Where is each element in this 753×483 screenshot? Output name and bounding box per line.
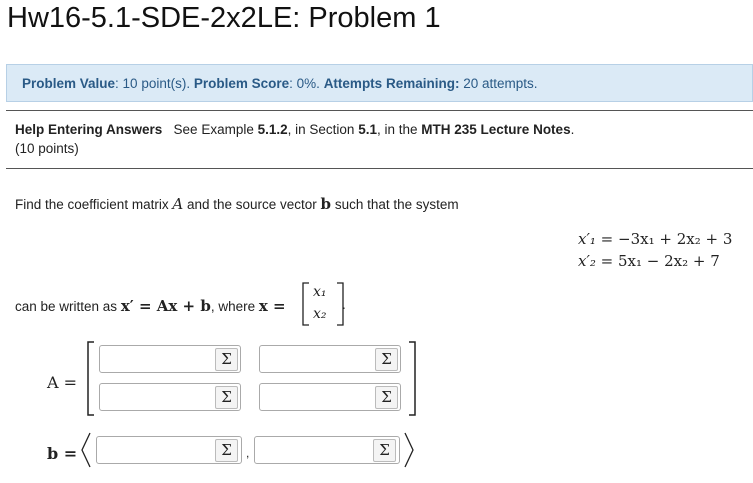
vector-b-label: b = [47, 444, 78, 463]
equation-1-lhs: x′₁ [578, 230, 596, 248]
matrix-A-label: A = [47, 373, 78, 392]
written-as-text: can be written as [15, 299, 118, 314]
matrix-right-bracket [409, 341, 416, 416]
x-vector: x₁ x₂ [300, 281, 346, 327]
A-11-input[interactable]: Σ [99, 345, 241, 373]
equation-1-rhs: = −3x₁ + 2x₂ + 3 [600, 230, 733, 248]
prompt-text-1: Find the coefficient matrix [15, 197, 169, 212]
equation-1: x′₁ = −3x₁ + 2x₂ + 3 [578, 228, 732, 250]
help-see-text: See Example [173, 122, 254, 137]
attempts-label: Attempts Remaining: [323, 76, 460, 91]
help-line: Help Entering Answers See Example 5.1.2,… [15, 122, 574, 137]
x-equals: x = [258, 297, 286, 315]
problem-value-text: : 10 point(s). [115, 76, 191, 91]
prompt-text-2: and the source vector [186, 197, 317, 212]
points-text: (10 points) [15, 141, 79, 156]
main-equation: x′ = Ax + b [120, 297, 211, 315]
problem-value-label: Problem Value [22, 76, 116, 91]
page-title: Hw16-5.1-SDE-2x2LE: Problem 1 [7, 2, 441, 34]
help-in-the-text: , in the [376, 122, 418, 137]
A-12-equation-editor-button[interactable]: Σ [375, 348, 398, 371]
problem-prompt: Find the coefficient matrix A and the so… [15, 195, 459, 213]
x-vector-bottom: x₂ [313, 306, 327, 322]
divider-top [6, 110, 753, 111]
A-22-equation-editor-button[interactable]: Σ [375, 386, 398, 409]
b-1-equation-editor-button[interactable]: Σ [215, 439, 238, 462]
problem-info-box: Problem Value: 10 point(s). Problem Scor… [6, 64, 753, 102]
help-end-text: . [570, 122, 575, 137]
equation-system: x′₁ = −3x₁ + 2x₂ + 3 x′₂ = 5x₁ − 2x₂ + 7 [578, 228, 732, 272]
divider-bottom [6, 168, 753, 169]
where-text: , where [210, 299, 256, 314]
b-right-angle-bracket [404, 432, 414, 468]
b-1-input[interactable]: Σ [96, 436, 242, 464]
b-separator-comma: , [246, 446, 250, 460]
b-left-angle-bracket [81, 432, 91, 468]
help-example-ref: 5.1.2 [257, 122, 288, 137]
written-as-line: can be written as x′ = Ax + b, where x = [15, 297, 286, 315]
help-in-section-text: , in Section [287, 122, 355, 137]
prompt-text-3: such that the system [334, 197, 459, 212]
A-21-equation-editor-button[interactable]: Σ [215, 386, 238, 409]
A-22-input[interactable]: Σ [259, 383, 401, 411]
matrix-left-bracket [87, 341, 94, 416]
A-12-input[interactable]: Σ [259, 345, 401, 373]
attempts-text: 20 attempts. [463, 76, 538, 91]
help-entering-answers-link[interactable]: Help Entering Answers [15, 122, 162, 137]
matrix-A-symbol: A [172, 195, 184, 213]
A-11-equation-editor-button[interactable]: Σ [215, 348, 238, 371]
help-lecture-notes-ref: MTH 235 Lecture Notes [421, 122, 571, 137]
A-21-input[interactable]: Σ [99, 383, 241, 411]
equation-2-rhs: = 5x₁ − 2x₂ + 7 [600, 252, 720, 270]
problem-score-text: : 0%. [289, 76, 320, 91]
help-section-ref: 5.1 [358, 122, 377, 137]
equation-2: x′₂ = 5x₁ − 2x₂ + 7 [578, 250, 732, 272]
x-vector-top: x₁ [313, 284, 327, 300]
b-2-input[interactable]: Σ [254, 436, 400, 464]
b-2-equation-editor-button[interactable]: Σ [373, 439, 396, 462]
problem-score-label: Problem Score [193, 76, 290, 91]
equation-2-lhs: x′₂ [578, 252, 596, 270]
vector-period: . [342, 297, 346, 312]
vector-b-symbol: b [320, 195, 332, 213]
problem-info-row: Problem Value: 10 point(s). Problem Scor… [22, 76, 538, 91]
